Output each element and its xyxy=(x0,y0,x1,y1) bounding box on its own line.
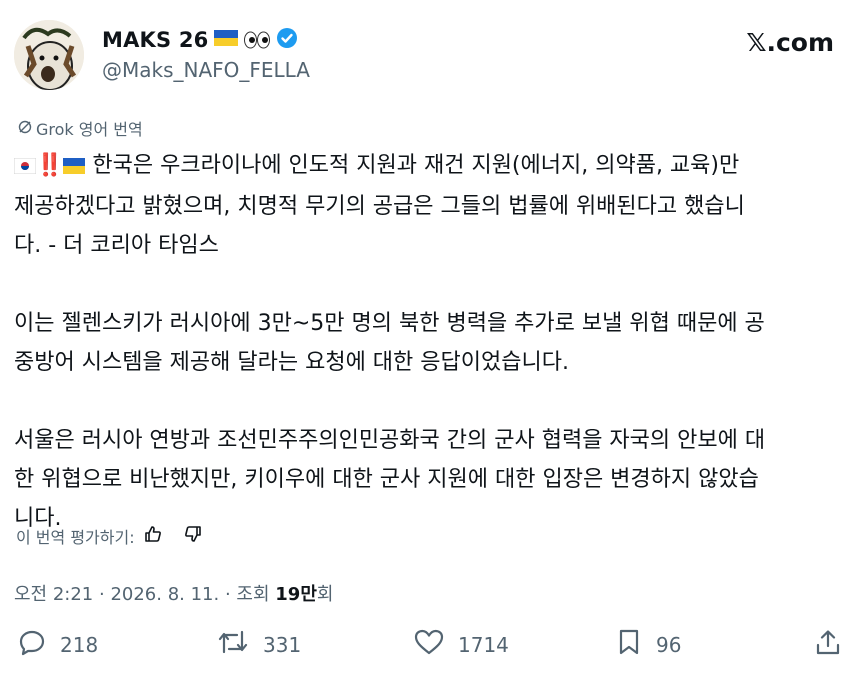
tweet-body: ‼️ 한국은 우크라이나에 인도적 지원과 재건 지원(에너지, 의약품, 교육… xyxy=(13,146,840,538)
tweet-date[interactable]: 2026. 8. 11. xyxy=(110,584,219,605)
ukraine-flag-emoji xyxy=(214,30,239,50)
grok-translation-label: Grok 영어 번역 xyxy=(18,116,143,140)
avatar[interactable] xyxy=(14,20,84,90)
bookmark-button[interactable]: 96 xyxy=(616,628,681,661)
korea-flag-emoji xyxy=(13,148,37,187)
action-bar: 218 331 1714 96 xyxy=(14,628,844,668)
views-prefix: 조회 xyxy=(236,584,270,605)
repost-count: 331 xyxy=(263,632,302,657)
like-button[interactable]: 1714 xyxy=(414,628,509,661)
rate-translation-label: 이 번역 평가하기: xyxy=(16,528,135,547)
ukraine-flag-emoji xyxy=(63,148,86,187)
meta-separator: · xyxy=(99,584,111,605)
like-count: 1714 xyxy=(458,632,509,657)
double-exclamation-emoji: ‼️ xyxy=(36,153,64,178)
eyes-emoji xyxy=(244,31,271,49)
translation-label-text: Grok 영어 번역 xyxy=(36,120,143,139)
bookmark-icon xyxy=(616,628,642,661)
meta-separator: · xyxy=(224,584,237,605)
like-icon xyxy=(414,628,444,661)
views-count: 19만 xyxy=(275,584,317,605)
share-icon xyxy=(814,628,842,661)
x-logo[interactable]: 𝕏.com xyxy=(746,28,834,57)
bookmark-count: 96 xyxy=(656,632,682,657)
rate-translation-row: 이 번역 평가하기: xyxy=(16,524,203,548)
grok-icon xyxy=(18,119,32,138)
reply-icon xyxy=(18,628,46,661)
tweet-paragraph-3: 서울은 러시아 연방과 조선민주주의인민공화국 간의 군사 협력을 자국의 안보… xyxy=(14,428,766,531)
tweet-paragraph-1: ‼️ 한국은 우크라이나에 인도적 지원과 재건 지원(에너지, 의약품, 교육… xyxy=(13,146,840,265)
display-name[interactable]: MAKS 26 xyxy=(102,28,208,52)
views-suffix: 회 xyxy=(316,584,334,605)
repost-button[interactable]: 331 xyxy=(217,628,301,661)
tweet-meta: 오전 2:21 · 2026. 8. 11. · 조회 19만회 xyxy=(14,580,333,606)
thumbs-down-icon[interactable] xyxy=(183,524,203,548)
tweet-paragraph-2: 이는 젤렌스키가 러시아에 3만~5만 명의 북한 병력을 추가로 보낼 위협 … xyxy=(14,311,765,375)
user-handle[interactable]: @Maks_NAFO_FELLA xyxy=(102,58,310,82)
thumbs-up-icon[interactable] xyxy=(143,524,163,548)
verified-badge-icon xyxy=(276,27,298,53)
share-button[interactable] xyxy=(814,628,842,661)
reply-button[interactable]: 218 xyxy=(18,628,98,661)
tweet-paragraph-1-text: 한국은 우크라이나에 인도적 지원과 재건 지원(에너지, 의약품, 교육)만 … xyxy=(14,153,745,258)
tweet-time[interactable]: 오전 2:21 xyxy=(14,584,93,605)
reply-count: 218 xyxy=(60,632,99,657)
repost-icon xyxy=(217,628,249,661)
